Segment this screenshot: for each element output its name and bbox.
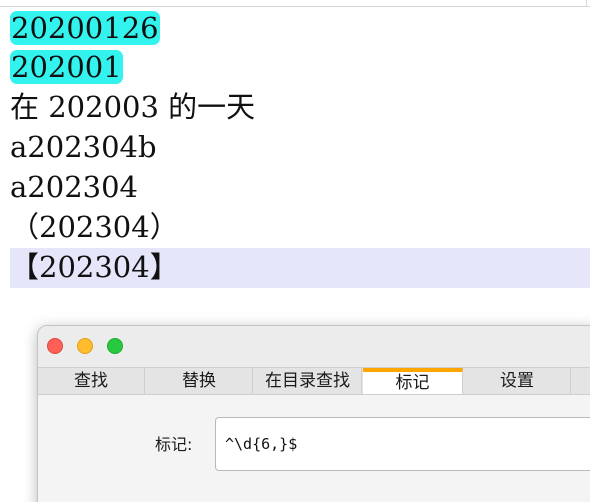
- match-highlight: 202001: [10, 50, 123, 84]
- editor-line-3[interactable]: 在 202003 的一天: [10, 88, 255, 126]
- zoom-window-icon[interactable]: [107, 338, 123, 354]
- editor-current-line[interactable]: 【202304】: [10, 248, 590, 288]
- mark-pattern-input[interactable]: ^\d{6,}$: [215, 417, 590, 471]
- tab-mark[interactable]: 标记: [363, 368, 463, 394]
- find-mark-dialog: 查找 替换 在目录查找 标记 设置 标记: ^\d{6,}$: [37, 325, 590, 502]
- editor-line-6[interactable]: （202304）: [10, 208, 179, 246]
- editor-top-border: [0, 6, 590, 7]
- match-highlight: 20200126: [10, 11, 160, 45]
- editor-scrollbar-edge: [586, 0, 587, 6]
- minimize-window-icon[interactable]: [77, 338, 93, 354]
- text-editor[interactable]: 20200126 202001 在 202003 的一天 a202304b a2…: [0, 0, 590, 290]
- mark-field-label: 标记:: [155, 435, 193, 454]
- tab-find-in-files[interactable]: 在目录查找: [254, 368, 362, 394]
- tab-settings[interactable]: 设置: [464, 368, 571, 394]
- tab-replace[interactable]: 替换: [146, 368, 253, 394]
- editor-line-4[interactable]: a202304b: [10, 128, 157, 166]
- close-window-icon[interactable]: [47, 338, 63, 354]
- dialog-tab-bar: 查找 替换 在目录查找 标记 设置: [38, 367, 590, 395]
- editor-line-5[interactable]: a202304: [10, 168, 138, 206]
- editor-line-2[interactable]: 202001: [10, 48, 123, 86]
- mark-panel: 标记: ^\d{6,}$: [38, 395, 590, 502]
- tab-find[interactable]: 查找: [38, 368, 145, 394]
- editor-line-1[interactable]: 20200126: [10, 9, 160, 47]
